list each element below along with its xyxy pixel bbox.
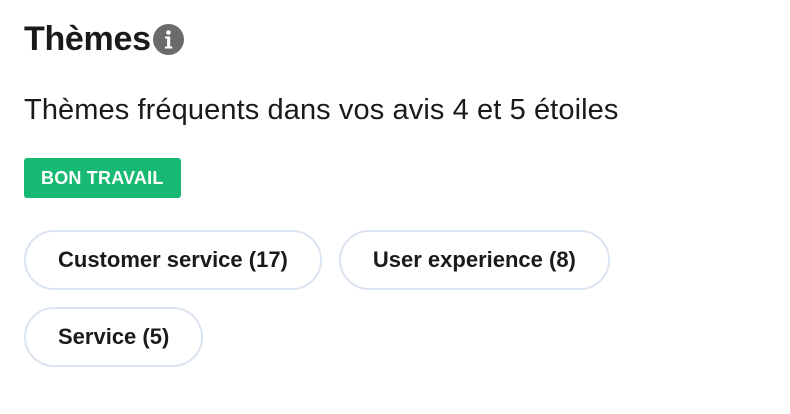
title-row: Thèmes <box>24 18 766 62</box>
themes-card: Thèmes Thèmes fréquents dans vos avis 4 … <box>24 18 766 367</box>
section-subtitle: Thèmes fréquents dans vos avis 4 et 5 ét… <box>24 94 619 126</box>
status-badge: BON TRAVAIL <box>24 158 181 198</box>
topic-chip-user-experience[interactable]: User experience (8) <box>338 230 610 290</box>
topic-chip-list: Customer service (17) User experience (8… <box>24 230 684 367</box>
page-title: Thèmes <box>24 20 151 58</box>
topic-chip-service[interactable]: Service (5) <box>24 307 204 367</box>
info-icon[interactable] <box>152 24 184 55</box>
topic-chip-customer-service[interactable]: Customer service (17) <box>24 230 322 290</box>
